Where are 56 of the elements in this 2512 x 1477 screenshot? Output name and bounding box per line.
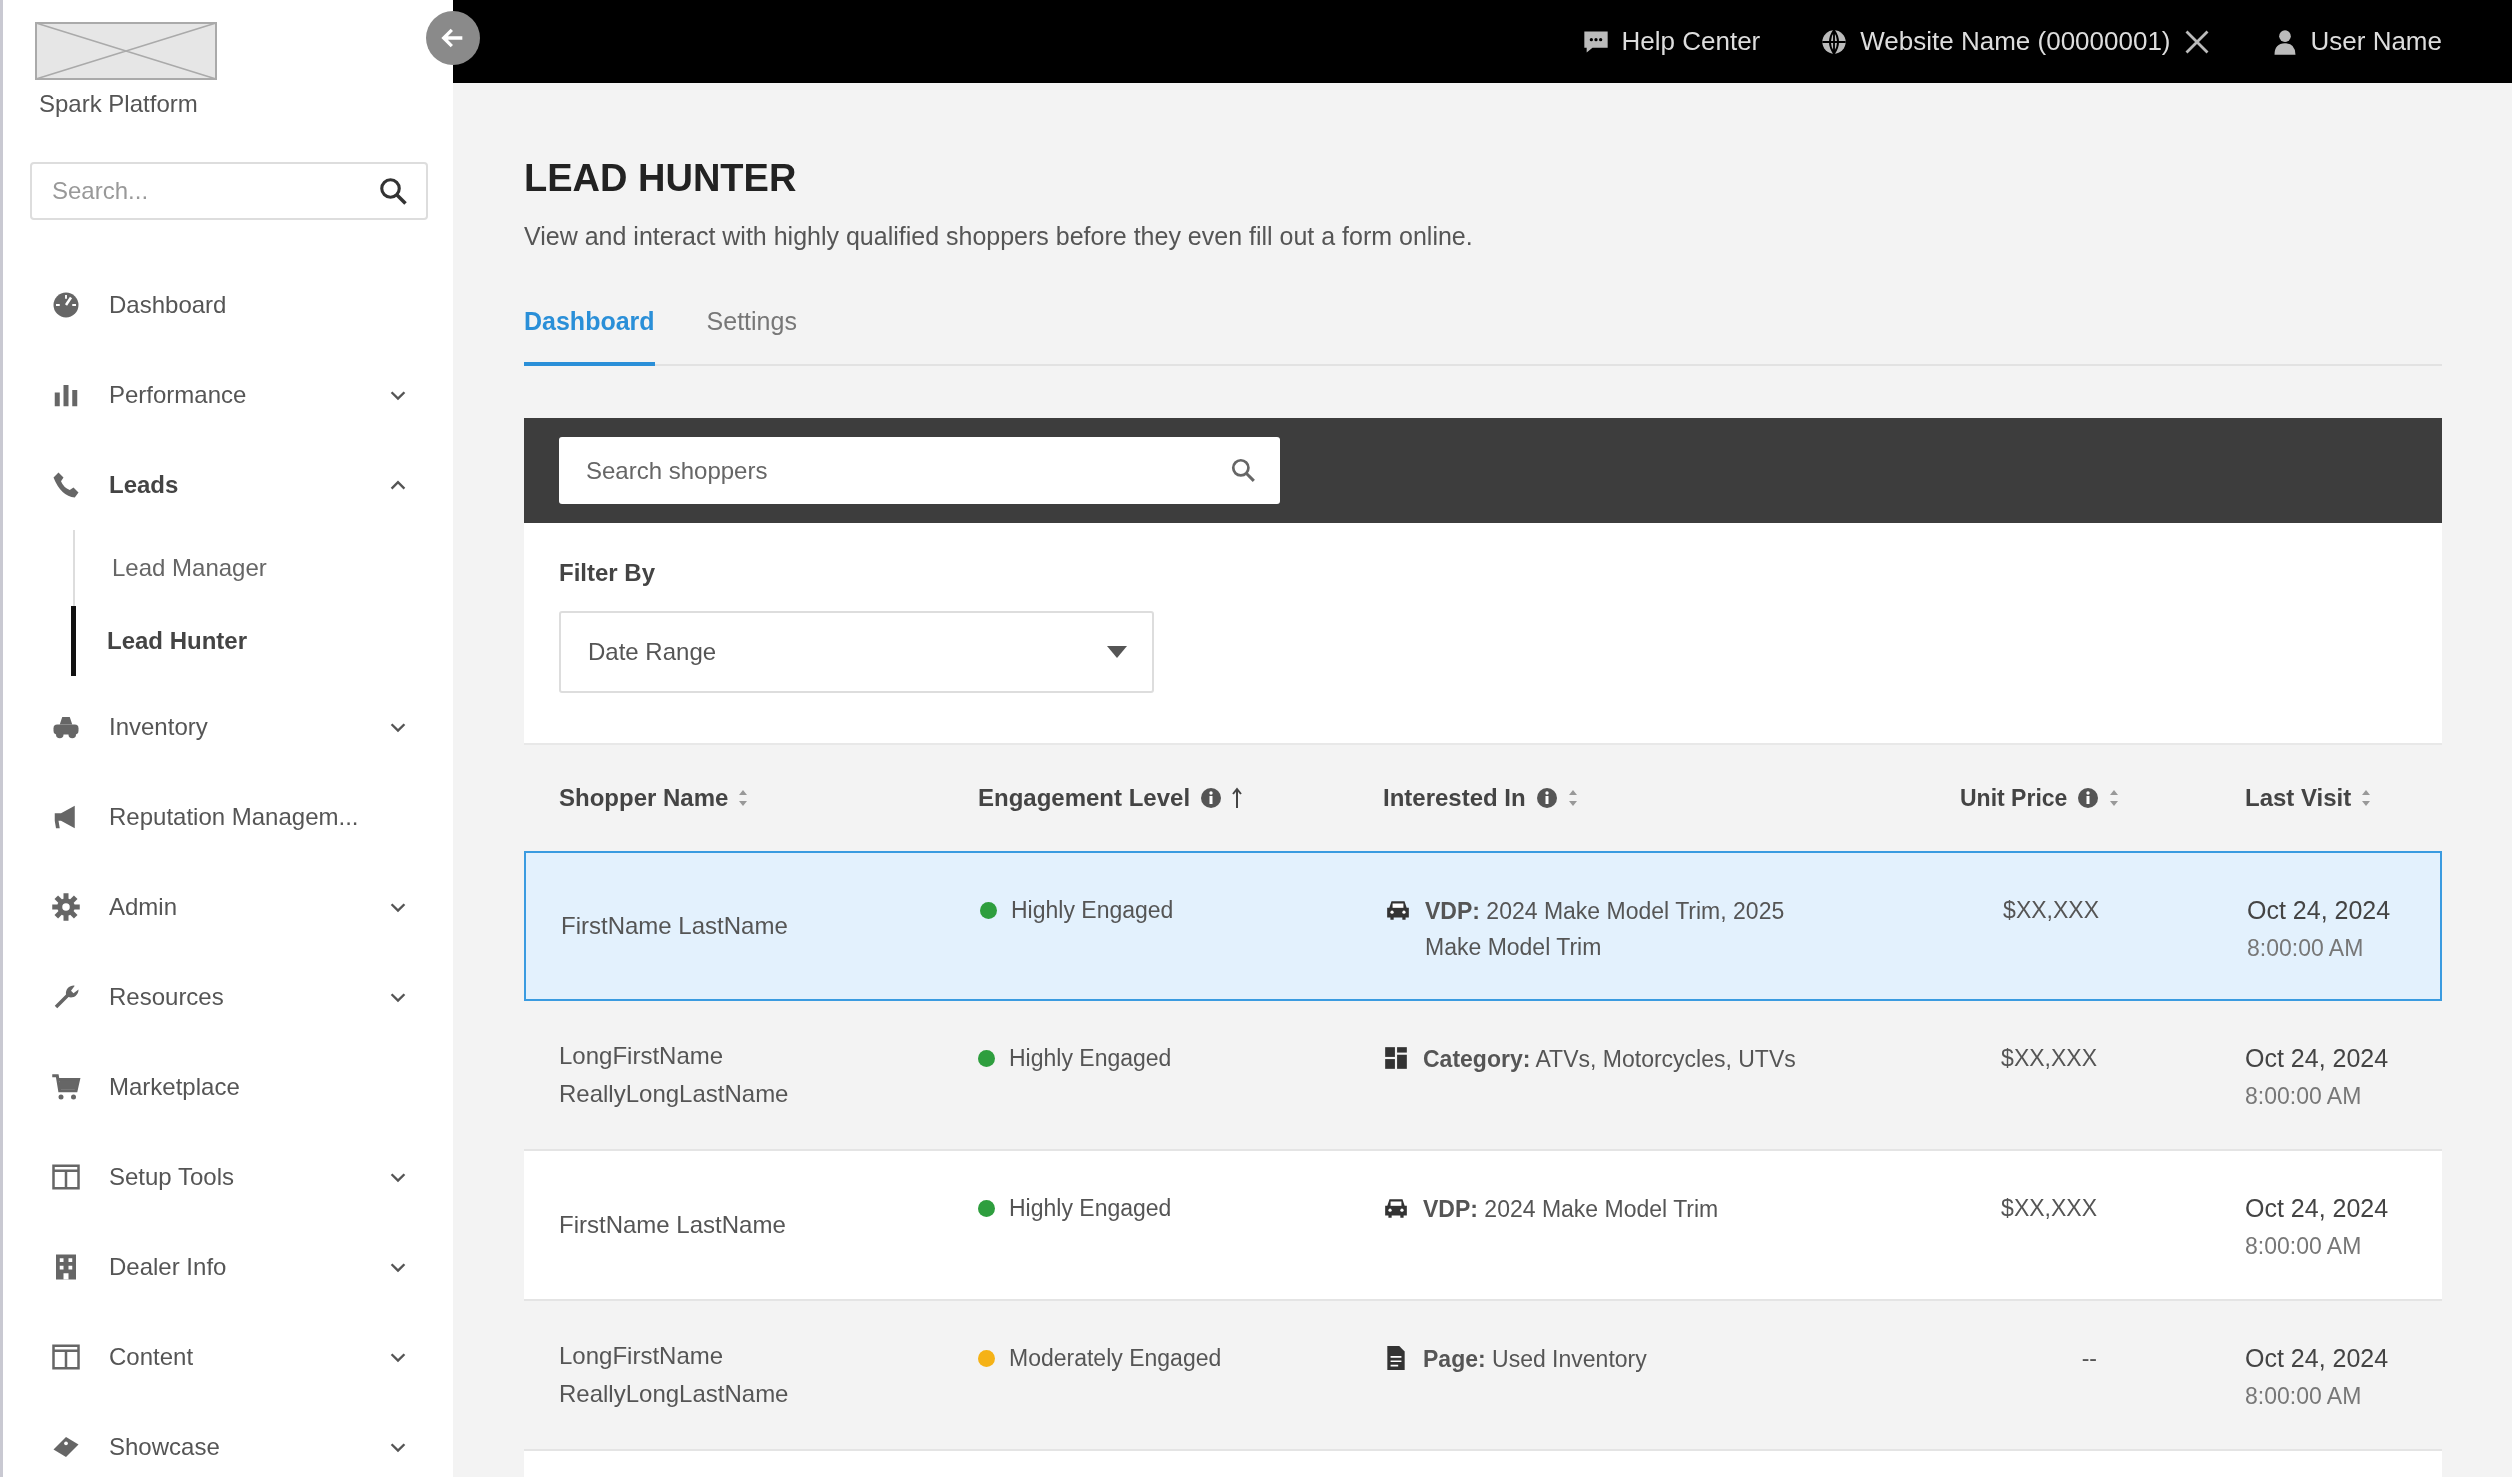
sidebar-item[interactable]: Showcase [109, 1433, 387, 1461]
sidebar-item[interactable]: Resources [109, 983, 387, 1011]
filter-label: Filter By [559, 559, 657, 587]
sidebar-item[interactable]: Marketplace [109, 1073, 453, 1101]
engagement-level: Highly Engaged [1009, 1194, 1172, 1223]
shopper-name: FirstName LastName [559, 1210, 787, 1240]
sidebar-item[interactable]: Leads [109, 471, 387, 499]
sidebar-item[interactable]: Admin [109, 893, 387, 921]
tab[interactable]: Settings [706, 307, 797, 366]
shopper-name: LongFirstName ReallyLongLastName [559, 1041, 790, 1109]
sidebar-item[interactable]: Performance [109, 381, 387, 409]
visit-time: 8:00:00 AM [2245, 1382, 2363, 1411]
sidebar-item[interactable]: Setup Tools [109, 1163, 387, 1191]
table-row[interactable]: LongFirstName ReallyLongLastName Highly Engaged Category: ATVs, Motorcycles, UTVs $XX,XXX Oct 24, 2024 8:00:00 AM [524, 1001, 2442, 1151]
table-row[interactable]: LongFirstName ReallyLongLastName Moderately Engaged Page: Used Inventory -- Oct 24, 2024 8:00:00 AM [524, 1301, 2442, 1451]
shopper-name: LongFirstName ReallyLongLastName [559, 1341, 790, 1409]
search-field[interactable]: Search shoppers [559, 437, 1280, 504]
visit-date: Oct 24, 2024 [2245, 1343, 2390, 1374]
sidebar-item[interactable]: Dashboard [109, 291, 453, 319]
interested-in: VDP: 2024 Make Model Trim [1423, 1195, 1720, 1224]
engagement-level: Highly Engaged [1009, 1044, 1172, 1073]
unit-price: $XX,XXX [2000, 1044, 2098, 1073]
shopper-name: FirstName LastName [561, 911, 789, 941]
interested-in: Category: ATVs, Motorcycles, UTVs [1423, 1045, 1797, 1074]
interested-in: VDP: 2024 Make Model Trim, 2025 Make Model Trim [1425, 897, 1786, 962]
brand-name: Spark Platform [39, 90, 199, 118]
column-header[interactable]: Engagement Level [978, 784, 1383, 812]
unit-price: -- [2080, 1344, 2098, 1373]
unit-price: $XX,XXX [2002, 896, 2100, 925]
column-header[interactable]: Last Visit [2245, 784, 2442, 812]
column-header[interactable]: Shopper Name [559, 784, 978, 812]
visit-date: Oct 24, 2024 [2245, 1193, 2390, 1224]
website-name[interactable]: Website Name (00000001) [1860, 26, 2171, 57]
table-row[interactable]: FirstName LastName Highly Engaged VDP: 2024 Make Model Trim, 2025 Make Model Trim $XX,XXX Oct 24, 2024 8:00:00 AM [524, 851, 2442, 1001]
interested-in: Page: Used Inventory [1423, 1345, 1648, 1374]
column-header[interactable]: Interested In [1383, 784, 1960, 812]
unit-price: $XX,XXX [2000, 1194, 2098, 1223]
column-header[interactable]: Unit Price [1960, 781, 2245, 815]
visit-time: 8:00:00 AM [2247, 934, 2365, 963]
date-range-dropdown[interactable]: Date Range [559, 611, 1154, 693]
sidebar-item[interactable]: Dealer Info [109, 1253, 387, 1281]
sidebar-item[interactable]: Reputation Managem... [109, 803, 453, 831]
visit-time: 8:00:00 AM [2245, 1232, 2363, 1261]
engagement-level: Moderately Engaged [1009, 1344, 1222, 1373]
user-name[interactable]: User Name [2310, 26, 2442, 57]
visit-date: Oct 24, 2024 [2245, 1043, 2390, 1074]
help-center-link[interactable]: Help Center [1621, 26, 1761, 57]
page-subtitle: View and interact with highly qualified shoppers before they even fill out a form online. [524, 222, 1474, 251]
visit-time: 8:00:00 AM [2245, 1082, 2363, 1111]
sidebar-subitem[interactable]: Lead Manager [73, 530, 453, 606]
sidebar-item[interactable]: Content [109, 1343, 387, 1371]
page-title: LEAD HUNTER [524, 157, 798, 200]
engagement-level: Highly Engaged [1011, 896, 1174, 925]
sidebar-item[interactable]: Inventory [109, 713, 387, 741]
search-field[interactable]: Search... [30, 162, 428, 220]
visit-date: Oct 24, 2024 [2247, 895, 2392, 926]
